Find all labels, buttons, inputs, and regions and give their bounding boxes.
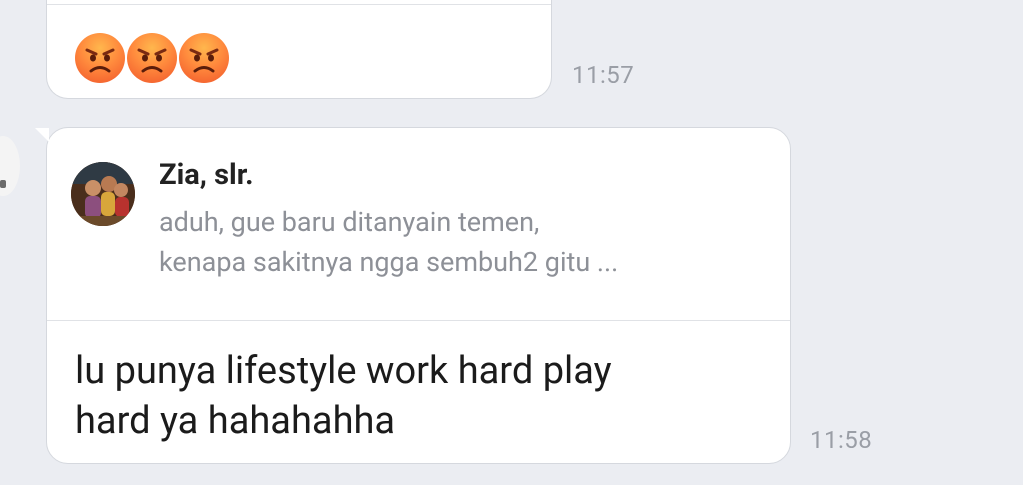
quoted-text: aduh, gue baru ditanyain temen, kenapa s… — [159, 202, 769, 282]
angry-face-icon — [127, 33, 177, 83]
quoted-sender-name: Zia, slr. — [159, 158, 254, 192]
emoji-row — [75, 33, 229, 83]
quoted-text-line: aduh, gue baru ditanyain temen, — [159, 206, 540, 238]
quote-divider — [47, 320, 790, 321]
quoted-message[interactable]: Zia, slr. aduh, gue baru ditanyain temen… — [47, 128, 790, 320]
message-text: lu punya lifestyle work hard play hard y… — [75, 346, 735, 446]
message-bubble-emoji[interactable] — [46, 0, 552, 99]
message-timestamp: 11:58 — [810, 426, 873, 454]
message-timestamp: 11:57 — [572, 61, 635, 89]
angry-face-icon — [75, 33, 125, 83]
bubble-divider — [47, 4, 551, 5]
message-text-line: hard ya hahahahha — [75, 399, 396, 443]
message-text-line: lu punya lifestyle work hard play — [75, 349, 612, 393]
message-bubble-reply[interactable]: Zia, slr. aduh, gue baru ditanyain temen… — [35, 127, 791, 464]
quoted-sender-avatar — [71, 162, 135, 226]
quoted-text-line: kenapa sakitnya ngga sembuh2 gitu ... — [159, 246, 619, 278]
angry-face-icon — [179, 33, 229, 83]
avatar-edge-mark — [0, 180, 6, 188]
